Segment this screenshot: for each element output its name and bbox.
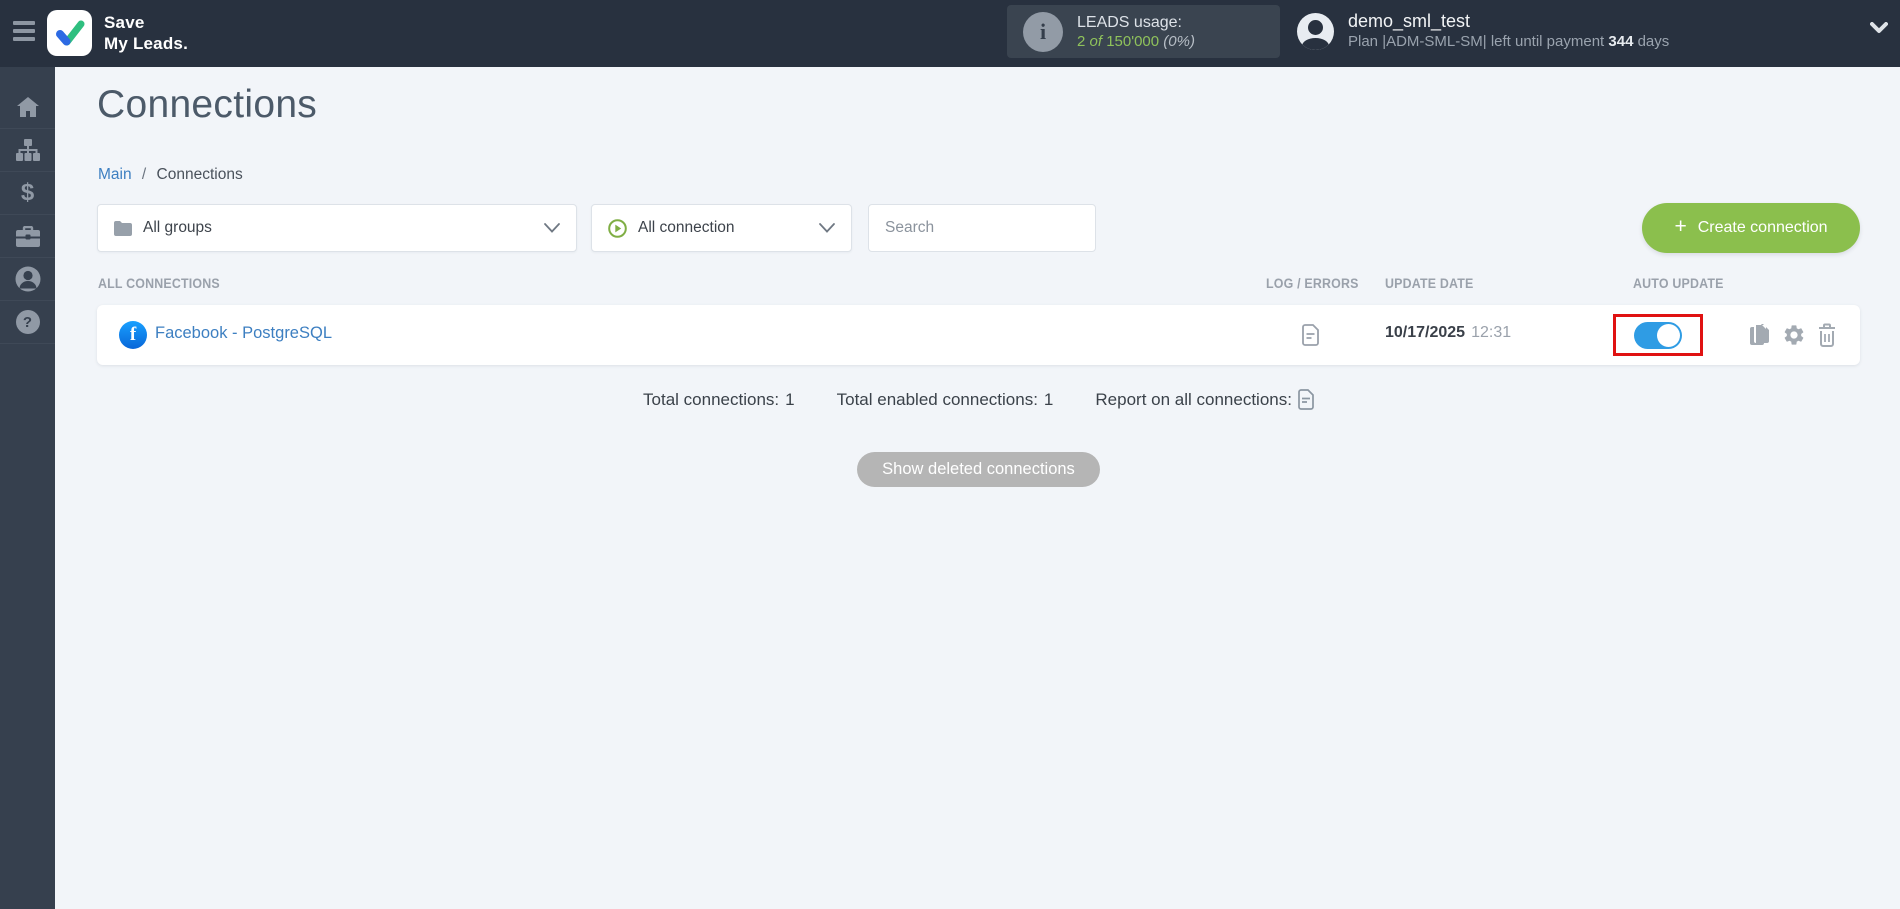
breadcrumb-current: Connections: [156, 166, 243, 183]
home-icon: [16, 96, 40, 118]
column-header-connections: ALL CONNECTIONS: [98, 276, 220, 291]
question-icon: ?: [15, 310, 40, 334]
search-input[interactable]: [868, 204, 1096, 252]
groups-dropdown[interactable]: All groups: [97, 204, 577, 252]
page-title: Connections: [97, 83, 318, 126]
breadcrumb-separator: /: [141, 166, 147, 183]
briefcase-icon: [15, 225, 40, 247]
total-connections: Total connections: 1: [643, 389, 795, 409]
leads-usage-badge: i LEADS usage: 2 of 150'000 (0%): [1007, 5, 1280, 58]
report-all-connections: Report on all connections:: [1095, 389, 1314, 410]
update-date: 10/17/2025 12:31: [1385, 324, 1512, 341]
column-header-log-errors: LOG / ERRORS: [1266, 276, 1359, 291]
folder-icon: [114, 220, 132, 236]
connection-name-link[interactable]: Facebook - PostgreSQL: [155, 324, 332, 343]
show-deleted-connections-button[interactable]: Show deleted connections: [857, 452, 1100, 487]
sidebar-item-home[interactable]: [0, 86, 55, 129]
groups-dropdown-value: All groups: [143, 219, 212, 236]
main-content: Connections Main / Connections All group…: [55, 67, 1900, 909]
create-connection-button[interactable]: + Create connection: [1642, 203, 1860, 253]
breadcrumb-main-link[interactable]: Main: [98, 166, 132, 183]
brand-name: Save My Leads.: [104, 12, 188, 54]
connection-status-dropdown[interactable]: All connection: [591, 204, 852, 252]
leads-usage-label: LEADS usage:: [1077, 13, 1182, 31]
user-menu[interactable]: demo_sml_test Plan |ADM-SML-SM| left unt…: [1297, 10, 1669, 52]
auto-update-highlight-box: [1613, 314, 1703, 356]
filter-row: All groups All connection Search + Creat…: [55, 203, 1900, 254]
user-name: demo_sml_test: [1348, 11, 1471, 31]
person-icon: [15, 266, 41, 292]
brand-line1: Save: [104, 13, 145, 32]
auto-update-toggle[interactable]: [1634, 321, 1682, 349]
sitemap-icon: [15, 139, 40, 161]
topbar-chevron-down-icon[interactable]: [1870, 22, 1888, 34]
breadcrumb: Main / Connections: [98, 166, 243, 184]
chevron-down-icon: [544, 223, 560, 233]
play-circle-icon: [608, 218, 627, 238]
settings-gear-icon[interactable]: [1782, 323, 1806, 347]
connection-row: f Facebook - PostgreSQL 10/17/2025 12:31: [97, 305, 1860, 365]
app-window: Save My Leads. i LEADS usage: 2 of 150'0…: [0, 0, 1900, 909]
sidebar-nav: $ ?: [0, 67, 55, 909]
facebook-icon: f: [119, 321, 147, 349]
user-avatar-icon: [1297, 12, 1334, 50]
connection-dropdown-value: All connection: [638, 219, 735, 236]
chevron-down-icon: [819, 223, 835, 233]
sidebar-item-account[interactable]: [0, 258, 55, 301]
total-enabled-connections: Total enabled connections: 1: [836, 389, 1054, 409]
total-enabled-value: 1: [1043, 389, 1054, 409]
sidebar-item-billing[interactable]: $: [0, 172, 55, 215]
topbar: Save My Leads. i LEADS usage: 2 of 150'0…: [0, 0, 1900, 67]
user-plan-info: Plan |ADM-SML-SM| left until payment 344…: [1348, 33, 1670, 50]
dollar-icon: $: [20, 179, 35, 206]
brand-line2: My Leads.: [104, 34, 188, 53]
summary-row: Total connections: 1 Total enabled conne…: [97, 389, 1860, 410]
sidebar-item-connections[interactable]: [0, 129, 55, 172]
sidebar-item-services[interactable]: [0, 215, 55, 258]
report-file-icon[interactable]: [1298, 389, 1314, 410]
column-header-auto-update: AUTO UPDATE: [1633, 276, 1724, 291]
row-actions: [1749, 323, 1837, 347]
info-icon: i: [1023, 11, 1063, 52]
leads-usage-value: 2 of 150'000 (0%): [1077, 32, 1195, 50]
column-header-update-date: UPDATE DATE: [1385, 276, 1474, 291]
savemyleads-logo-icon[interactable]: [47, 10, 92, 56]
trash-icon[interactable]: [1817, 323, 1837, 347]
plus-icon: +: [1674, 215, 1687, 238]
copy-icon[interactable]: [1749, 323, 1771, 347]
log-file-icon[interactable]: [1302, 324, 1319, 346]
sidebar-item-help[interactable]: ?: [0, 301, 55, 344]
total-connections-value: 1: [785, 389, 795, 409]
hamburger-menu-icon[interactable]: [13, 21, 35, 45]
